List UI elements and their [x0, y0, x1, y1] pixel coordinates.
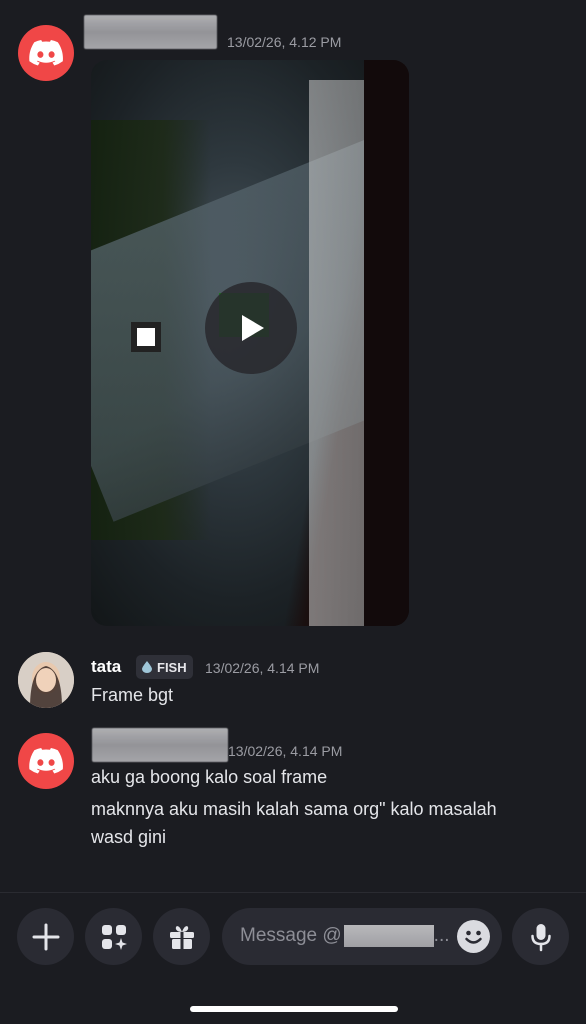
message-placeholder: Message @... — [240, 925, 450, 948]
video-attachment[interactable] — [91, 60, 409, 626]
video-frame-edge — [364, 60, 409, 626]
home-indicator[interactable] — [190, 1006, 398, 1012]
discord-avatar[interactable] — [18, 25, 74, 81]
plus-icon — [32, 923, 59, 950]
discord-avatar[interactable] — [18, 733, 74, 789]
role-badge[interactable]: FISH — [136, 655, 193, 679]
timestamp: 13/02/26, 4.14 PM — [228, 743, 343, 759]
placeholder-suffix: ... — [433, 925, 450, 947]
composer-divider — [0, 892, 586, 893]
message-text: maknnya aku masih kalah sama org" kalo m… — [91, 799, 497, 819]
badge-label: FISH — [157, 659, 187, 675]
smiley-icon — [465, 930, 482, 944]
play-button[interactable] — [205, 282, 297, 374]
timestamp: 13/02/26, 4.14 PM — [205, 660, 320, 676]
apps-sparkle-icon — [101, 924, 127, 950]
message-text: Frame bgt — [91, 685, 174, 705]
video-frame-ui-panel — [309, 80, 369, 626]
video-frame-white-square — [131, 322, 161, 352]
microphone-icon — [530, 923, 551, 951]
redacted-username[interactable] — [84, 15, 217, 49]
redacted-recipient — [343, 925, 434, 948]
user-photo-icon — [18, 652, 74, 708]
play-icon — [242, 315, 264, 341]
apps-button[interactable] — [85, 908, 142, 965]
message-text: wasd gini — [91, 827, 167, 847]
message-text: aku ga boong kalo soal frame — [91, 767, 328, 787]
voice-message-button[interactable] — [512, 908, 569, 965]
discord-logo-icon — [29, 748, 63, 774]
username[interactable]: tata — [91, 657, 121, 677]
placeholder-prefix: Message @ — [240, 925, 342, 947]
discord-logo-icon — [29, 40, 63, 66]
water-drop-icon — [142, 661, 152, 673]
user-avatar[interactable] — [18, 652, 74, 708]
gift-icon — [169, 925, 194, 949]
emoji-button[interactable] — [457, 920, 490, 953]
timestamp: 13/02/26, 4.12 PM — [227, 34, 342, 50]
redacted-username[interactable] — [92, 728, 228, 762]
gift-button[interactable] — [153, 908, 210, 965]
message-input[interactable]: Message @... — [222, 908, 502, 965]
add-button[interactable] — [17, 908, 74, 965]
